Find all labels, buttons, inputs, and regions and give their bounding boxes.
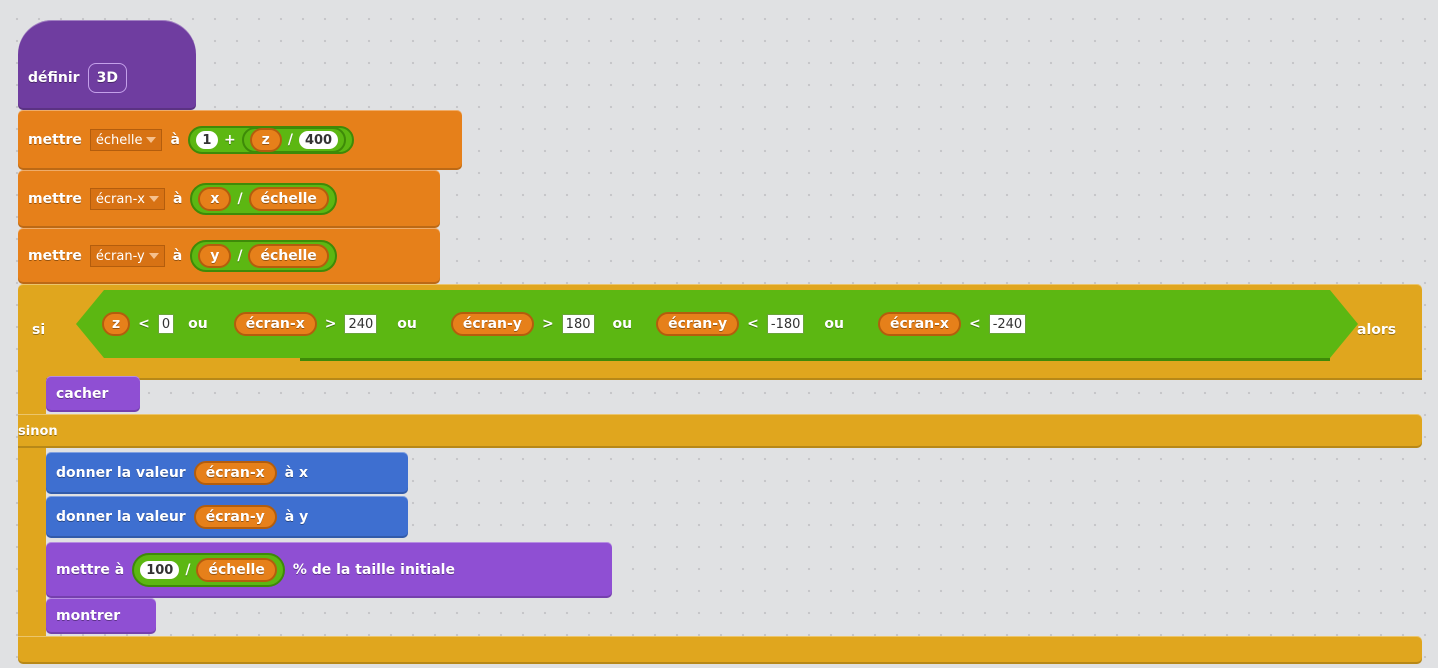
variable-name: écran-y — [95, 248, 145, 264]
set-x-suffix: à x — [284, 465, 309, 481]
divide-operator: / — [185, 562, 191, 578]
set-y-suffix: à y — [284, 509, 309, 525]
set-y-block[interactable]: donner la valeur écran-y à y — [46, 496, 408, 538]
variable-dropdown[interactable]: écran-x — [89, 188, 165, 210]
number-input[interactable]: 1 — [195, 131, 218, 149]
set-variable-block[interactable]: mettre écran-x à x / échelle — [18, 170, 440, 228]
divide-operator-block[interactable]: y / échelle — [190, 240, 337, 272]
number-input[interactable]: 180 — [562, 314, 595, 334]
set-variable-block[interactable]: mettre échelle à 1 + z / 400 — [18, 110, 462, 170]
number-input[interactable]: 100 — [140, 561, 180, 579]
variable-reporter-ecran-y[interactable]: écran-y — [193, 505, 277, 529]
else-bar[interactable]: sinon — [18, 414, 1422, 448]
divide-operator-block[interactable]: z / 400 — [241, 127, 347, 153]
then-keyword: alors — [1357, 322, 1397, 338]
less-than-operator: < — [968, 316, 981, 332]
else-keyword: sinon — [18, 424, 58, 439]
set-keyword: mettre — [28, 248, 82, 264]
or-operator: ou — [188, 316, 208, 332]
add-operator-block[interactable]: 1 + z / 400 — [187, 126, 355, 154]
number-input[interactable]: 240 — [344, 314, 377, 334]
variable-dropdown[interactable]: écran-y — [89, 245, 165, 267]
variable-dropdown[interactable]: échelle — [89, 129, 163, 151]
set-keyword: mettre — [28, 191, 82, 207]
set-variable-block[interactable]: mettre écran-y à y / échelle — [18, 228, 440, 284]
dropdown-arrow-icon — [146, 137, 157, 143]
number-input[interactable]: -180 — [767, 314, 805, 334]
set-y-label: donner la valeur — [56, 509, 186, 525]
set-x-block[interactable]: donner la valeur écran-x à x — [46, 452, 408, 494]
variable-reporter-ecran-y[interactable]: écran-y — [451, 312, 534, 336]
custom-block-name[interactable]: 3D — [87, 63, 127, 93]
variable-reporter-echelle[interactable]: échelle — [248, 187, 329, 211]
divide-operator: / — [287, 132, 293, 148]
or-condition-block[interactable]: z < 0 ou écran-x > 240 ou écran-y > 180 … — [76, 290, 1358, 358]
variable-reporter-ecran-x[interactable]: écran-x — [878, 312, 961, 336]
to-label: à — [172, 248, 183, 264]
show-block[interactable]: montrer — [46, 598, 156, 634]
divide-operator: / — [237, 191, 243, 207]
set-size-label: mettre à — [56, 562, 125, 578]
variable-reporter-z[interactable]: z — [102, 312, 130, 336]
number-input[interactable]: -240 — [989, 314, 1027, 334]
variable-reporter-x[interactable]: x — [198, 187, 232, 211]
hide-block[interactable]: cacher — [46, 376, 140, 412]
set-keyword: mettre — [28, 132, 82, 148]
divide-operator-block[interactable]: 100 / échelle — [132, 553, 285, 587]
divide-operator-block[interactable]: x / échelle — [190, 183, 337, 215]
variable-reporter-ecran-x[interactable]: écran-x — [234, 312, 317, 336]
variable-reporter-ecran-y[interactable]: écran-y — [656, 312, 739, 336]
script-area[interactable]: définir 3D mettre échelle à 1 + z / 400 … — [0, 0, 1438, 668]
plus-operator: + — [223, 132, 236, 148]
set-size-suffix: % de la taille initiale — [292, 562, 455, 578]
less-than-operator: < — [138, 316, 150, 332]
less-than-operator: < — [747, 316, 759, 332]
define-keyword: définir — [28, 70, 80, 86]
to-label: à — [172, 191, 183, 207]
variable-reporter-ecran-x[interactable]: écran-x — [193, 461, 277, 485]
if-keyword: si — [32, 322, 46, 338]
variable-reporter-z[interactable]: z — [249, 128, 282, 152]
hide-label: cacher — [56, 386, 109, 402]
set-x-label: donner la valeur — [56, 465, 186, 481]
greater-than-operator: > — [541, 316, 554, 332]
divide-operator: / — [237, 248, 243, 264]
show-label: montrer — [56, 608, 121, 624]
variable-reporter-echelle[interactable]: échelle — [196, 558, 277, 582]
variable-reporter-echelle[interactable]: échelle — [248, 244, 329, 268]
variable-reporter-y[interactable]: y — [198, 244, 232, 268]
dropdown-arrow-icon — [148, 253, 159, 259]
greater-than-operator: > — [324, 316, 337, 332]
or-operator: ou — [824, 316, 844, 332]
define-block[interactable]: définir 3D — [18, 20, 196, 110]
variable-name: écran-x — [95, 191, 145, 207]
or-operator: ou — [612, 316, 633, 332]
variable-name: échelle — [95, 132, 143, 148]
number-input[interactable]: 0 — [158, 314, 174, 334]
to-label: à — [170, 132, 180, 148]
if-else-end — [18, 636, 1422, 664]
set-size-block[interactable]: mettre à 100 / échelle % de la taille in… — [46, 542, 612, 598]
number-input[interactable]: 400 — [298, 131, 339, 149]
dropdown-arrow-icon — [148, 196, 159, 202]
or-operator: ou — [397, 316, 417, 332]
